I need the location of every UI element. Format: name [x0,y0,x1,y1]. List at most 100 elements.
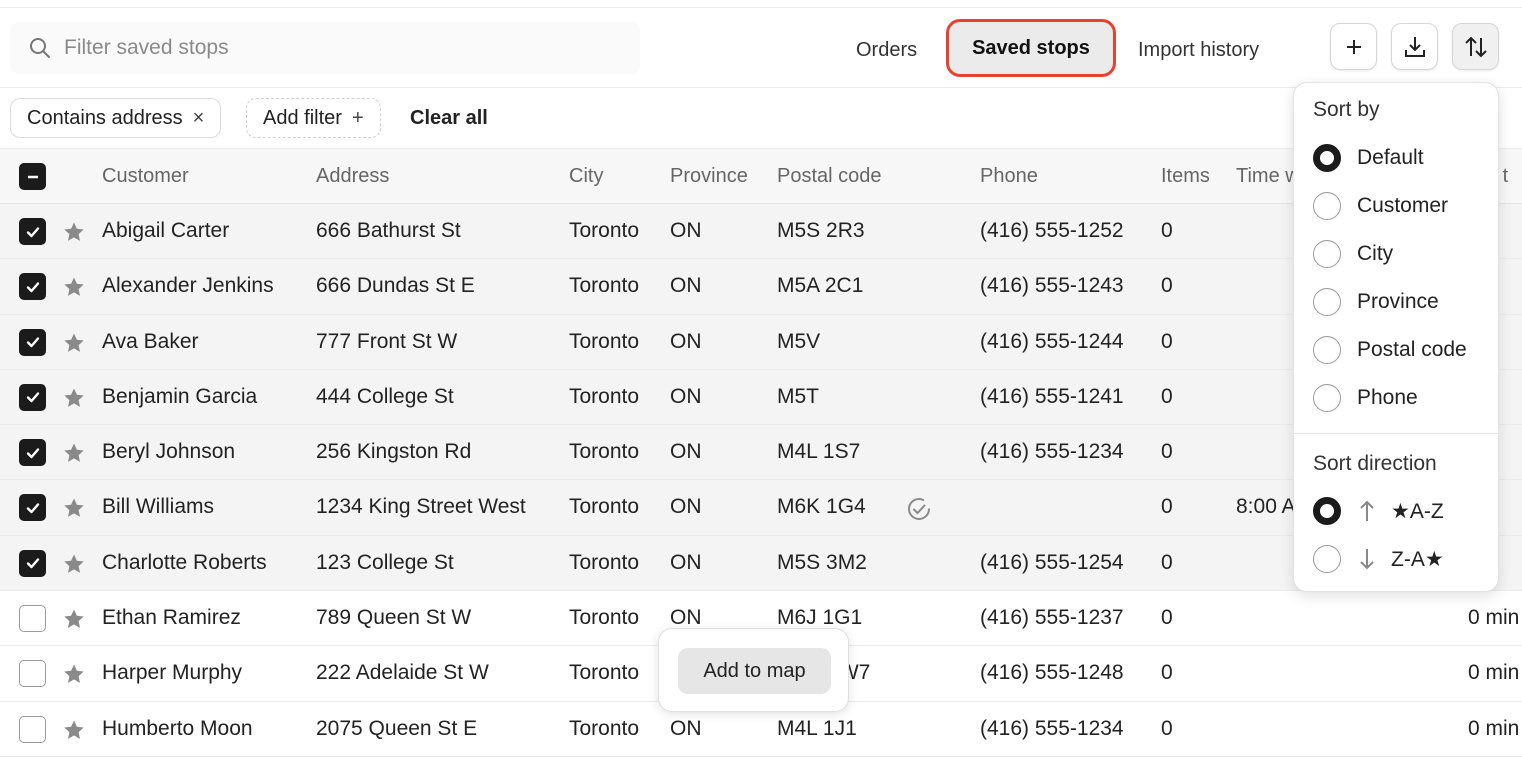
radio-button[interactable] [1313,545,1341,573]
check-icon [26,282,39,292]
customer-cell: Benjamin Garcia [102,384,258,408]
sort-option-postal-code[interactable]: Postal code [1313,334,1467,366]
tab-import-history[interactable]: Import history [1138,30,1259,70]
address-cell: 222 Adelaide St W [316,661,489,685]
star-icon [64,277,84,297]
favorite-toggle[interactable] [62,662,86,691]
postal-code-cell: M5S 3M2 [777,550,867,574]
radio-button[interactable] [1313,336,1341,364]
search-input[interactable] [62,35,622,61]
radio-button[interactable] [1313,497,1341,525]
column-postal-code[interactable]: Postal code [777,165,882,188]
favorite-toggle[interactable] [62,607,86,636]
sort-direction-descending[interactable]: Z-A★ [1313,543,1444,575]
row-checkbox[interactable] [19,660,46,688]
sort-option-label: Phone [1357,386,1418,409]
customer-cell: Ava Baker [102,329,199,353]
arrow-down-icon [1360,549,1374,570]
download-icon [1404,36,1425,57]
sort-option-phone[interactable]: Phone [1313,382,1418,414]
phone-cell: (416) 555-1248 [980,661,1124,685]
column-city[interactable]: City [569,165,603,188]
favorite-toggle[interactable] [62,331,86,360]
favorite-toggle[interactable] [62,441,86,470]
column-time-window[interactable]: Time w [1236,165,1300,188]
favorite-toggle[interactable] [62,275,86,304]
filter-chip-contains-address[interactable]: Contains address × [10,98,222,138]
close-icon[interactable]: × [193,107,205,130]
radio-button[interactable] [1313,192,1341,220]
favorite-toggle[interactable] [62,386,86,415]
sort-direction-heading: Sort direction [1313,452,1437,475]
items-cell: 0 [1161,495,1173,519]
sort-direction-label: ★A-Z [1391,499,1444,523]
customer-cell: Ethan Ramirez [102,606,241,630]
radio-button[interactable] [1313,384,1341,412]
stop-time-cell: 0 min [1468,661,1520,685]
star-icon [64,664,84,684]
search-icon [30,38,50,58]
items-cell: 0 [1161,440,1173,464]
popover-divider [1294,433,1498,434]
row-checkbox[interactable] [19,328,46,356]
row-checkbox[interactable] [19,273,46,301]
column-address[interactable]: Address [316,165,389,188]
postal-code-cell: M4L 1J1 [777,716,857,740]
column-items[interactable]: Items [1161,165,1210,188]
star-icon [64,443,84,463]
check-icon [26,503,39,514]
add-button[interactable] [1330,23,1377,70]
check-icon [26,447,39,458]
favorite-toggle[interactable] [62,496,86,525]
favorite-toggle[interactable] [62,718,86,747]
favorite-toggle[interactable] [62,220,86,249]
sort-option-customer[interactable]: Customer [1313,190,1448,222]
tab-orders[interactable]: Orders [856,30,917,70]
radio-button[interactable] [1313,240,1341,268]
radio-button[interactable] [1313,144,1341,172]
check-icon [26,392,39,403]
tab-saved-stops[interactable]: Saved stops [946,19,1116,77]
province-cell: ON [670,274,702,298]
add-to-map-button[interactable]: Add to map [678,648,831,694]
clear-all-button[interactable]: Clear all [410,107,488,130]
select-all-checkbox[interactable] [19,163,46,190]
province-cell: ON [670,219,702,242]
sort-option-province[interactable]: Province [1313,286,1439,318]
sort-option-city[interactable]: City [1313,238,1393,270]
items-cell: 0 [1161,606,1173,630]
customer-cell: Bill Williams [102,495,214,519]
address-cell: 666 Dundas St E [316,274,475,298]
row-checkbox[interactable] [19,549,46,577]
row-checkbox[interactable] [19,218,46,245]
star-icon [64,388,84,407]
customer-cell: Abigail Carter [102,219,230,242]
phone-cell: (416) 555-1243 [980,274,1124,298]
radio-button[interactable] [1313,288,1341,316]
sort-option-label: Postal code [1357,338,1467,361]
sort-option-default[interactable]: Default [1313,142,1424,174]
search-box[interactable] [10,22,640,74]
column-province[interactable]: Province [670,165,748,188]
sort-direction-ascending[interactable]: ★A-Z [1313,495,1444,527]
column-customer[interactable]: Customer [102,165,189,188]
sort-option-label: Province [1357,290,1439,313]
toolbar: Orders Saved stops Import history [0,8,1522,88]
favorite-toggle[interactable] [62,552,86,581]
address-cell: 2075 Queen St E [316,716,478,740]
row-checkbox[interactable] [19,605,46,633]
phone-cell: (416) 555-1244 [980,329,1124,353]
column-phone[interactable]: Phone [980,165,1038,188]
row-checkbox[interactable] [19,494,46,522]
address-cell: 789 Queen St W [316,606,472,630]
row-checkbox[interactable] [19,383,46,411]
city-cell: Toronto [569,384,640,408]
row-checkbox[interactable] [19,439,46,467]
sort-button[interactable] [1452,23,1499,70]
phone-cell: (416) 555-1234 [980,440,1124,464]
star-icon [64,222,84,241]
phone-cell: (416) 555-1252 [980,219,1124,242]
row-checkbox[interactable] [19,715,46,743]
add-filter-button[interactable]: Add filter + [246,98,381,138]
download-button[interactable] [1391,23,1438,70]
